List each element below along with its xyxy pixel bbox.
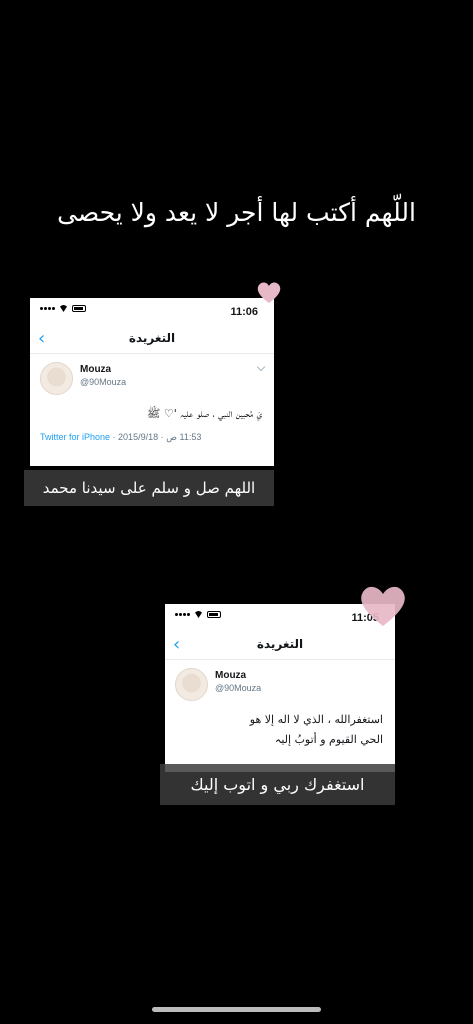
signal-icon <box>40 307 55 310</box>
tweet-text-line-2: الحي القيوم و أتوبُ إليہ <box>274 733 383 746</box>
tweet-text-line-1: استغفرالله ، الذي لا اله إلا هو <box>249 713 383 726</box>
tweet-text: يَ مُحبين النبي ، صلو عليہ '♡ ﷺ <box>147 407 262 420</box>
nav-bar: ‹ التغريدة <box>165 630 395 660</box>
status-icons <box>175 611 221 618</box>
status-icons <box>40 305 86 312</box>
user-handle[interactable]: @90Mouza <box>215 683 261 693</box>
wifi-icon <box>59 305 68 312</box>
nav-title: التغريدة <box>128 331 176 345</box>
heart-icon <box>257 282 281 303</box>
chevron-down-icon[interactable] <box>256 362 266 372</box>
tweet-date: 2015/9/18 <box>118 432 159 442</box>
home-indicator[interactable] <box>152 1007 321 1012</box>
battery-icon <box>72 305 86 312</box>
tweet-screenshot-1: 11:06 ‹ التغريدة Mouza @90Mouza يَ مُحبي… <box>30 298 274 466</box>
battery-icon <box>207 611 221 618</box>
nav-title: التغريدة <box>256 637 304 651</box>
signal-icon <box>175 613 190 616</box>
status-bar: 11:06 <box>30 298 274 324</box>
page-title: اللّهم أكتب لها أجر لا يعد ولا يحصى <box>57 198 416 227</box>
nav-bar: ‹ التغريدة <box>30 324 274 354</box>
user-name[interactable]: Mouza <box>80 364 111 375</box>
avatar[interactable] <box>40 362 73 395</box>
tweet-meta: Twitter for iPhone · 2015/9/18 · 11:53 ص <box>30 424 274 443</box>
tweet-source[interactable]: Twitter for iPhone <box>40 432 110 442</box>
heart-icon <box>361 586 405 626</box>
tweet-header: Mouza @90Mouza <box>165 660 395 704</box>
user-handle[interactable]: @90Mouza <box>80 377 126 387</box>
tweet-screenshot-2: 11:05 ‹ التغريدة Mouza @90Mouza استغفرال… <box>165 604 395 772</box>
avatar[interactable] <box>175 668 208 701</box>
caption-2: استغفرك ربي و اتوب إليك <box>160 764 395 805</box>
status-time: 11:06 <box>230 306 258 318</box>
wifi-icon <box>194 611 203 618</box>
user-name[interactable]: Mouza <box>215 670 246 681</box>
caption-1: اللهم صل و سلم على سيدنا محمد <box>24 470 274 506</box>
tweet-clock: 11:53 ص <box>166 432 202 442</box>
tweet-header: Mouza @90Mouza <box>30 354 274 398</box>
